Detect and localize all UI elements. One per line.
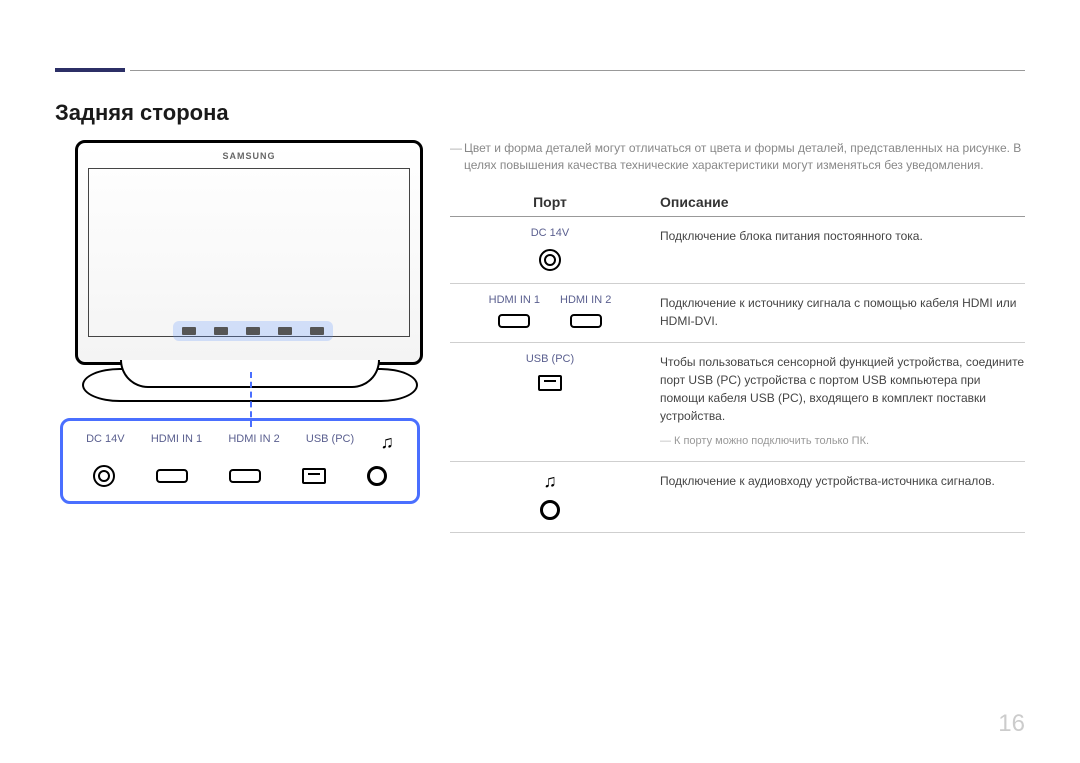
top-note: Цвет и форма деталей могут отличаться от…: [450, 140, 1025, 174]
headphone-icon: ♫: [543, 472, 557, 490]
port-label: DC 14V: [531, 227, 570, 239]
table-row: USB (PC) Чтобы пользоваться сенсорной фу…: [450, 343, 1025, 463]
monitor-outline: SAMSUNG: [75, 140, 423, 365]
section-heading: Задняя сторона: [55, 100, 229, 126]
hdmi-port-icon: [156, 469, 188, 483]
port-label: HDMI IN 1: [489, 294, 540, 306]
port-desc: Чтобы пользоваться сенсорной функцией ус…: [660, 355, 1024, 423]
dc-port-icon: [93, 465, 115, 487]
dc-port-icon: [539, 249, 561, 271]
table-row: ♫ Подключение к аудиовходу устройства-ис…: [450, 462, 1025, 533]
audio-port-icon: [367, 466, 387, 486]
audio-port-icon: [540, 500, 560, 520]
header-rule: [130, 70, 1025, 71]
mini-port-icon: [310, 327, 324, 335]
port-desc: Подключение блока питания постоянного то…: [650, 227, 1025, 271]
mini-port-icon: [246, 327, 260, 335]
zoom-label-dc: DC 14V: [86, 433, 125, 451]
monitor-diagram: SAMSUNG: [75, 140, 425, 388]
hdmi-port-icon: [498, 314, 530, 328]
header-desc: Описание: [650, 194, 1025, 210]
hdmi-port-icon: [229, 469, 261, 483]
table-row: DC 14V Подключение блока питания постоян…: [450, 217, 1025, 284]
table-header: Порт Описание: [450, 188, 1025, 217]
port-desc: Подключение к источнику сигнала с помощь…: [650, 294, 1025, 330]
monitor-brand: SAMSUNG: [78, 151, 420, 161]
hdmi-port-icon: [570, 314, 602, 328]
zoom-label-usb: USB (PC): [306, 433, 354, 451]
port-zoom-panel: DC 14V HDMI IN 1 HDMI IN 2 USB (PC) ♫: [60, 418, 420, 504]
description-panel: Цвет и форма деталей могут отличаться от…: [450, 140, 1025, 533]
table-row: HDMI IN 1 HDMI IN 2 Подключение к источн…: [450, 284, 1025, 343]
header-port: Порт: [450, 194, 650, 210]
mini-port-icon: [182, 327, 196, 335]
headphone-icon: ♫: [380, 433, 394, 451]
usb-port-icon: [302, 468, 326, 484]
monitor-port-highlight: [173, 321, 333, 341]
page-number: 16: [998, 710, 1025, 738]
zoom-label-hdmi2: HDMI IN 2: [228, 433, 279, 451]
header-accent: [55, 68, 125, 72]
port-desc-sub: К порту можно подключить только ПК.: [660, 433, 1025, 450]
mini-port-icon: [278, 327, 292, 335]
mini-port-icon: [214, 327, 228, 335]
port-label: USB (PC): [526, 353, 574, 365]
port-label: HDMI IN 2: [560, 294, 611, 306]
monitor-screen: [88, 168, 410, 337]
port-desc: Подключение к аудиовходу устройства-исто…: [650, 472, 1025, 520]
usb-port-icon: [538, 375, 562, 391]
zoom-label-hdmi1: HDMI IN 1: [151, 433, 202, 451]
